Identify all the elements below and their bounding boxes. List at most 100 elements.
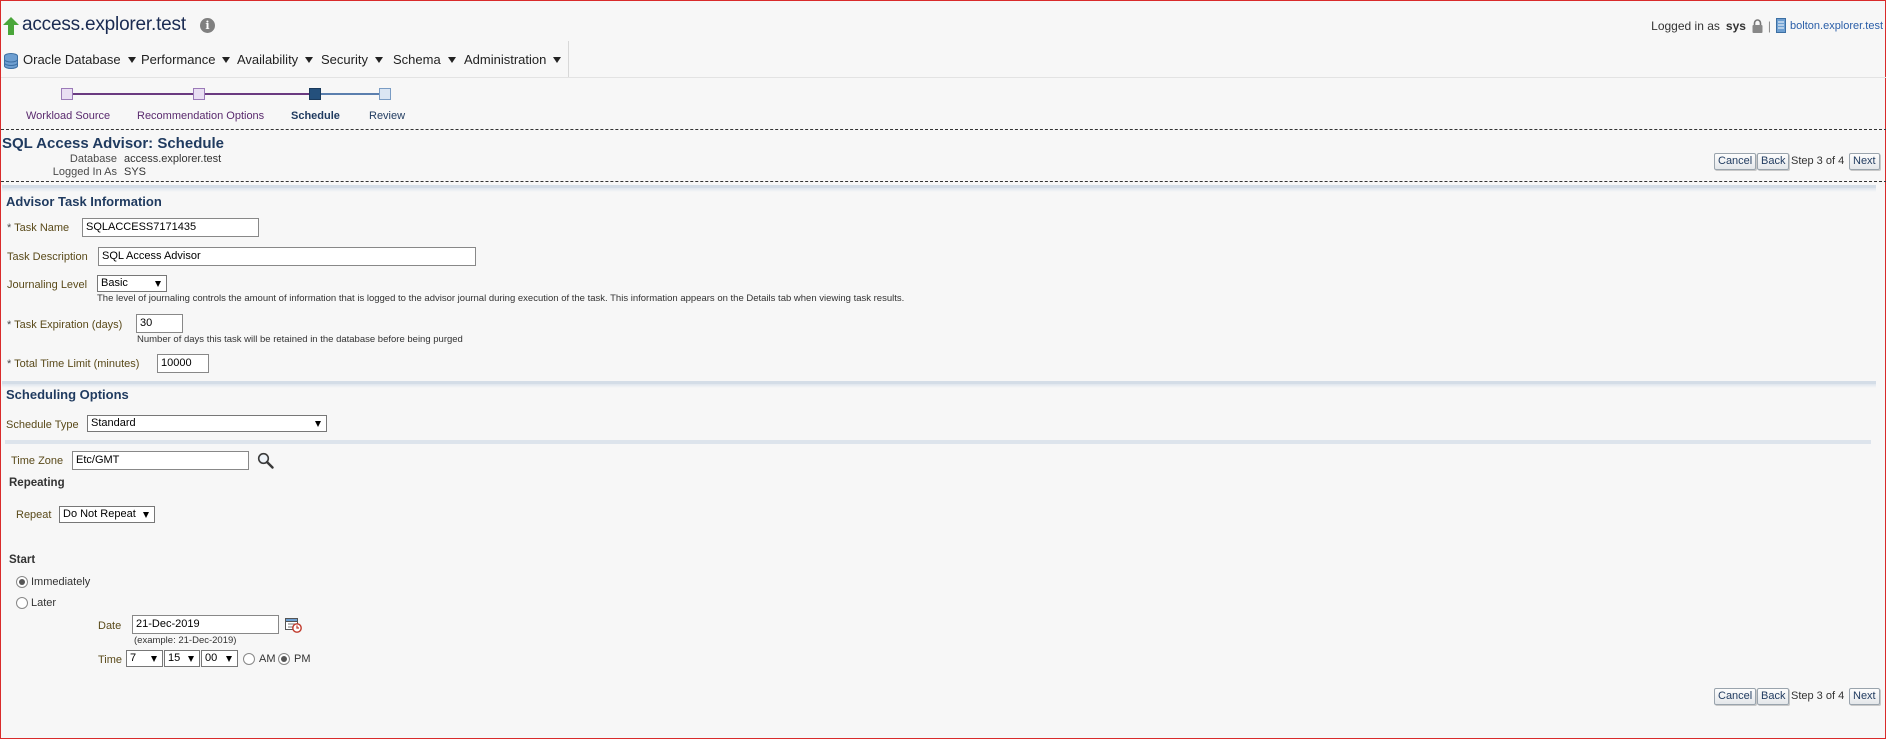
- required-marker: *: [7, 222, 12, 234]
- dropdown-arrow-icon: [143, 512, 149, 518]
- cancel-button-bottom[interactable]: Cancel: [1714, 688, 1757, 705]
- hour-value: 7: [130, 652, 137, 664]
- task-description-input[interactable]: SQL Access Advisor: [98, 247, 476, 266]
- back-button-bottom[interactable]: Back: [1757, 688, 1790, 705]
- section-bar-advisor-task: [2, 185, 1876, 207]
- date-input[interactable]: 21-Dec-2019: [132, 615, 279, 634]
- schedule-type-value: Standard: [91, 417, 136, 429]
- menu-performance[interactable]: Performance: [141, 52, 231, 67]
- menu-schema[interactable]: Schema: [393, 52, 456, 67]
- total-time-limit-label: * Total Time Limit (minutes): [7, 358, 139, 370]
- train-connector: [205, 93, 312, 95]
- next-button-bottom[interactable]: Next: [1849, 688, 1880, 705]
- caret-down-icon: [447, 56, 456, 63]
- train-label-review[interactable]: Review: [369, 110, 405, 122]
- section-bar-scheduling: [2, 381, 1876, 403]
- caret-down-icon: [222, 56, 231, 63]
- page-title: SQL Access Advisor: Schedule: [2, 135, 225, 152]
- dashed-divider: [1, 129, 1886, 130]
- date-label: Date: [98, 620, 122, 632]
- menu-security[interactable]: Security: [321, 52, 383, 67]
- train-stop-workload-source[interactable]: [61, 88, 73, 100]
- task-expiration-hint: Number of days this task will be retaine…: [137, 334, 463, 345]
- section-title-advisor-task: Advisor Task Information: [6, 194, 162, 209]
- am-label[interactable]: AM: [259, 653, 276, 665]
- task-name-label-text: Task Name: [14, 222, 70, 234]
- repeat-value: Do Not Repeat: [63, 508, 136, 520]
- start-later-label[interactable]: Later: [31, 597, 56, 609]
- menu-availability[interactable]: Availability: [237, 52, 314, 67]
- database-value: access.explorer.test: [124, 153, 222, 165]
- next-button[interactable]: Next: [1849, 153, 1880, 170]
- minute-value: 15: [168, 652, 181, 664]
- date-example-hint: (example: 21-Dec-2019): [134, 635, 237, 646]
- task-description-label: Task Description: [7, 251, 88, 263]
- menu-label: Security: [321, 52, 368, 67]
- logged-in-user: sys: [1725, 18, 1746, 33]
- pm-radio[interactable]: [278, 653, 290, 665]
- journaling-level-label: Journaling Level: [7, 279, 88, 291]
- dropdown-arrow-icon: [315, 421, 321, 427]
- hour-select[interactable]: 7: [126, 650, 163, 667]
- task-name-input[interactable]: SQLACCESS7171435: [82, 218, 259, 237]
- train-stop-review[interactable]: [379, 88, 391, 100]
- server-icon: [1776, 18, 1787, 33]
- journaling-level-value: Basic: [101, 277, 128, 289]
- total-time-limit-input[interactable]: 10000: [157, 354, 209, 373]
- step-indicator-bottom: Step 3 of 4: [1791, 690, 1845, 702]
- train-connector: [318, 93, 381, 95]
- lock-icon: [1752, 18, 1763, 33]
- dashed-divider: [1, 181, 1886, 182]
- menu-administration[interactable]: Administration: [464, 52, 562, 67]
- scheduling-rule: [5, 440, 1871, 444]
- logged-in-as-label: Logged In As: [52, 166, 117, 178]
- start-later-radio[interactable]: [16, 597, 28, 609]
- train-label-recommendation-options[interactable]: Recommendation Options: [137, 110, 264, 122]
- train-label-workload-source[interactable]: Workload Source: [26, 110, 110, 122]
- task-expiration-label: * Task Expiration (days): [7, 319, 122, 331]
- start-heading: Start: [9, 554, 36, 566]
- am-radio[interactable]: [243, 653, 255, 665]
- repeating-heading: Repeating: [9, 477, 65, 489]
- menu-label: Administration: [464, 52, 547, 67]
- required-marker: *: [7, 358, 12, 370]
- repeat-label: Repeat: [16, 509, 52, 521]
- database-label: Database: [69, 153, 117, 165]
- train-stop-recommendation-options[interactable]: [193, 88, 205, 100]
- start-immediately-radio[interactable]: [16, 576, 28, 588]
- repeat-select[interactable]: Do Not Repeat: [59, 506, 155, 523]
- journaling-level-select[interactable]: Basic: [97, 275, 167, 292]
- pm-label[interactable]: PM: [294, 653, 311, 665]
- task-expiration-label-text: Task Expiration (days): [14, 319, 123, 331]
- dropdown-arrow-icon: [151, 656, 157, 662]
- caret-down-icon: [374, 56, 383, 63]
- task-name-label: * Task Name: [7, 222, 69, 234]
- start-immediately-label[interactable]: Immediately: [31, 576, 90, 588]
- minute-select[interactable]: 15: [164, 650, 200, 667]
- menu-label: Availability: [237, 52, 299, 67]
- step-indicator: Step 3 of 4: [1791, 155, 1845, 167]
- target-title[interactable]: access.explorer.test: [22, 14, 186, 36]
- dropdown-arrow-icon: [226, 656, 232, 662]
- info-icon[interactable]: i: [200, 18, 215, 33]
- database-icon: [4, 53, 18, 69]
- train-stop-schedule: [309, 88, 321, 100]
- train-label-schedule: Schedule: [291, 110, 340, 122]
- schedule-type-label: Schedule Type: [6, 419, 79, 431]
- time-zone-input[interactable]: Etc/GMT: [72, 451, 249, 470]
- search-icon[interactable]: [257, 452, 274, 469]
- logged-in-area: Logged in as sys | bolton.explorer.test: [1651, 18, 1883, 33]
- header-separator: |: [1767, 18, 1772, 33]
- cancel-button[interactable]: Cancel: [1714, 153, 1757, 170]
- menu-label: Performance: [141, 52, 216, 67]
- menu-oracle-database[interactable]: Oracle Database: [23, 52, 136, 67]
- task-expiration-input[interactable]: 30: [136, 314, 183, 333]
- menu-label: Oracle Database: [23, 52, 121, 67]
- dropdown-arrow-icon: [188, 656, 194, 662]
- schedule-type-select[interactable]: Standard: [87, 415, 327, 432]
- back-button[interactable]: Back: [1757, 153, 1790, 170]
- caret-down-icon: [127, 56, 136, 63]
- calendar-icon[interactable]: [285, 617, 302, 633]
- second-select[interactable]: 00: [201, 650, 238, 667]
- host-link[interactable]: bolton.explorer.test: [1790, 20, 1883, 32]
